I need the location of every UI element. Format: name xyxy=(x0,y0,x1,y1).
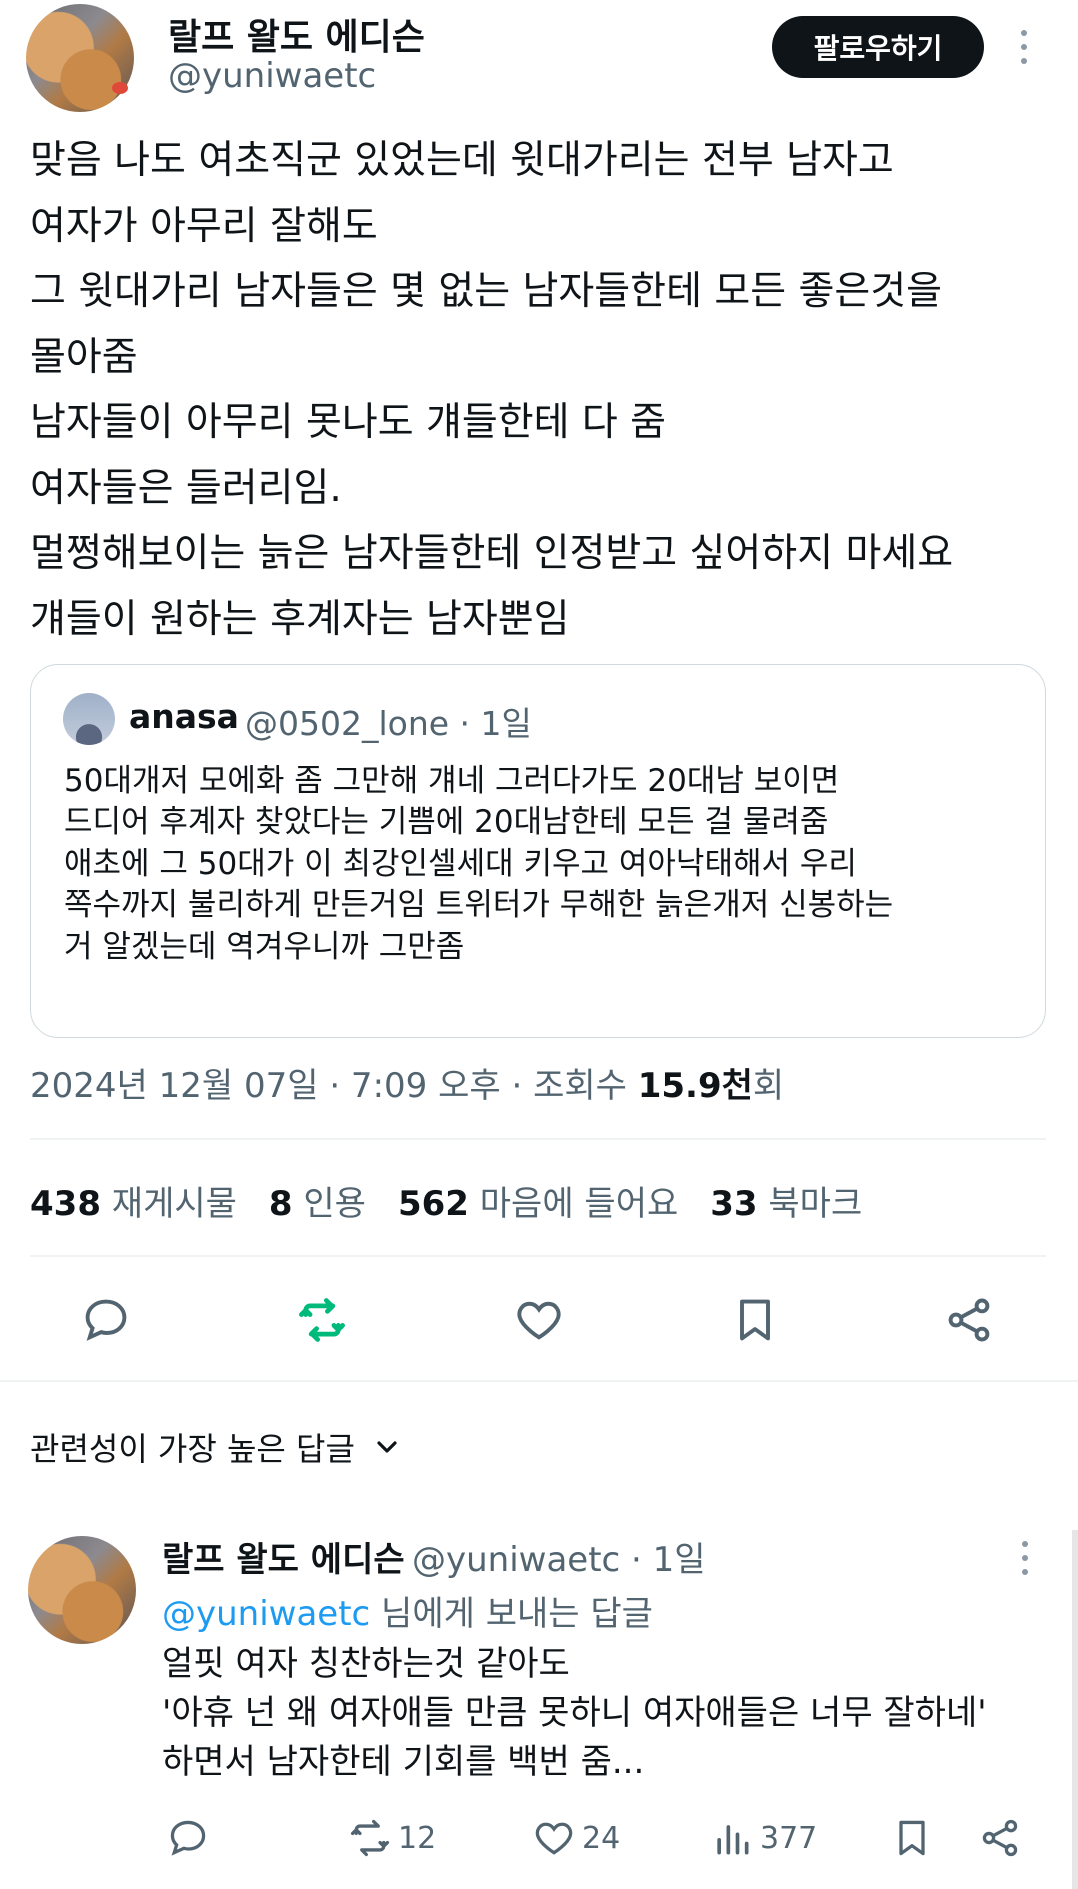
tweet-meta: 2024년 12월 07일 · 7:09 오후 · 조회수 15.9천회 xyxy=(30,1058,784,1107)
reply-view-count: 377 xyxy=(760,1820,818,1856)
bookmark-icon[interactable] xyxy=(727,1292,783,1348)
scrollbar[interactable] xyxy=(1072,1530,1078,1889)
reply-share-button[interactable] xyxy=(978,1816,1022,1860)
reply-mention-link[interactable]: @yuniwaetc xyxy=(162,1594,370,1634)
tweet-line: 맞음 나도 여초직군 있었는데 윗대가리는 전부 남자고 xyxy=(30,138,894,183)
reply-views-button[interactable]: 377 xyxy=(710,1816,817,1860)
reply-avatar[interactable] xyxy=(28,1536,136,1644)
reply-reply-button[interactable] xyxy=(166,1816,210,1860)
tweet-line: 걔들이 원하는 후계자는 남자뿐임 xyxy=(30,596,570,642)
like-icon[interactable] xyxy=(511,1292,567,1348)
reply-sort-dropdown[interactable]: 관련성이 가장 높은 답글 xyxy=(30,1424,403,1470)
tweet-text: 맞음 나도 여초직군 있었는데 윗대가리는 전부 남자고 여자가 아무리 잘해도… xyxy=(30,128,953,652)
quoted-line: 드디어 후계자 찾았다는 기쁨에 20대남한테 모든 걸 물려줌 xyxy=(64,804,829,841)
share-icon[interactable] xyxy=(941,1292,997,1348)
reply-line: 하면서 남자한테 기회를 백번 줌... xyxy=(162,1742,645,1782)
views-icon xyxy=(717,1825,749,1855)
reply-icon xyxy=(170,1820,206,1856)
quoted-name: anasa xyxy=(129,697,239,736)
reply-icon[interactable] xyxy=(78,1292,134,1348)
author-handle[interactable]: @yuniwaetc xyxy=(168,56,376,96)
view-count: 15.9천 xyxy=(637,1066,753,1106)
chevron-down-icon xyxy=(377,1441,397,1453)
more-options-icon[interactable] xyxy=(1019,30,1029,64)
share-icon xyxy=(982,1819,1018,1857)
reply-text: 얼핏 여자 칭찬하는것 같아도 '아휴 넌 왜 여자애들 만큼 못하니 여자애들… xyxy=(162,1640,987,1787)
reply-like-count: 24 xyxy=(582,1820,621,1856)
tweet-line: 그 윗대가리 남자들은 몇 없는 남자들한테 모든 좋은것을 xyxy=(30,269,943,314)
tweet-line: 몰아줌 xyxy=(30,334,138,380)
reply-handle-time[interactable]: @yuniwaetc · 1일 xyxy=(412,1532,706,1581)
reply-retweet-count: 12 xyxy=(398,1820,437,1856)
reply-to-suffix: 님에게 보내는 답글 xyxy=(370,1594,653,1634)
reply-sort-label: 관련성이 가장 높은 답글 xyxy=(30,1430,355,1468)
quoted-line: 거 알겠는데 역겨우니까 그만좀 xyxy=(64,928,465,965)
quoted-line: 쪽수까지 불리하게 만든거임 트위터가 무해한 늙은개저 신봉하는 xyxy=(64,887,894,924)
reply-more-options-icon[interactable] xyxy=(1020,1541,1030,1575)
tweet-line: 여자들은 들러리임. xyxy=(30,465,342,511)
quoted-line: 50대개저 모에화 좀 그만해 걔네 그러다가도 20대남 보이면 xyxy=(64,763,840,799)
bookmark-icon xyxy=(899,1820,925,1856)
quoted-avatar xyxy=(63,693,115,745)
quoted-text: 50대개저 모에화 좀 그만해 걔네 그러다가도 20대남 보이면 드디어 후계… xyxy=(64,761,893,968)
view-suffix: 회 xyxy=(752,1066,785,1106)
author-avatar[interactable] xyxy=(26,4,134,112)
divider xyxy=(30,1138,1046,1140)
reply-line: '아휴 넌 왜 여자애들 만큼 못하니 여자애들은 너무 잘하네' xyxy=(162,1693,987,1733)
stat-bookmarks[interactable]: 33 북마크 xyxy=(710,1176,862,1225)
stat-quotes[interactable]: 8 인용 xyxy=(269,1176,366,1225)
quoted-tweet[interactable]: anasa @0502_lone · 1일 50대개저 모에화 좀 그만해 걔네… xyxy=(30,664,1046,1038)
quoted-line: 애초에 그 50대가 이 최강인셀세대 키우고 여아낙태해서 우리 xyxy=(64,845,857,882)
timestamp[interactable]: 2024년 12월 07일 · 7:09 오후 · 조회수 xyxy=(30,1066,638,1106)
retweet-icon[interactable] xyxy=(292,1292,352,1348)
reply-like-button[interactable]: 24 xyxy=(532,1816,620,1860)
follow-button[interactable]: 팔로우하기 xyxy=(772,16,984,78)
stat-likes[interactable]: 562 마음에 들어요 xyxy=(398,1176,678,1225)
like-icon xyxy=(535,1822,573,1855)
retweet-icon xyxy=(350,1819,390,1857)
reply-line: 얼핏 여자 칭찬하는것 같아도 xyxy=(162,1644,570,1684)
divider xyxy=(30,1255,1046,1257)
reply-to-line: @yuniwaetc 님에게 보내는 답글 xyxy=(162,1586,653,1635)
engagement-stats: 438 재게시물 8 인용 562 마음에 들어요 33 북마크 xyxy=(30,1176,862,1225)
author-display-name[interactable]: 랄프 왈도 에디슨 xyxy=(168,8,425,60)
section-divider xyxy=(0,1380,1078,1382)
reply-retweet-button[interactable]: 12 xyxy=(348,1816,436,1860)
reply-display-name[interactable]: 랄프 왈도 에디슨 xyxy=(162,1532,405,1581)
tweet-line: 남자들이 아무리 못나도 걔들한테 다 줌 xyxy=(30,400,667,445)
stat-reposts[interactable]: 438 재게시물 xyxy=(30,1176,237,1225)
reply-bookmark-button[interactable] xyxy=(890,1816,934,1860)
tweet-line: 멀쩡해보이는 늙은 남자들한테 인정받고 싶어하지 마세요 xyxy=(30,531,954,576)
quoted-handle-time: @0502_lone · 1일 xyxy=(245,704,532,743)
tweet-line: 여자가 아무리 잘해도 xyxy=(30,203,378,249)
